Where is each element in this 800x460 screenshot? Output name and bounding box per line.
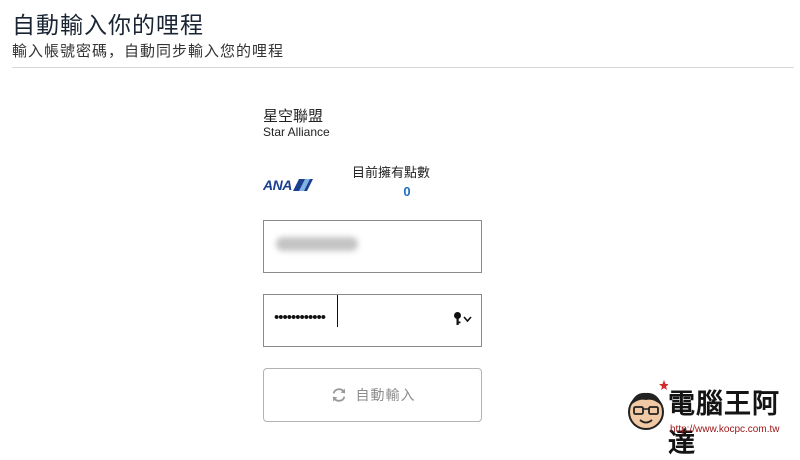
password-input[interactable]: ••••••••••••: [263, 294, 482, 347]
mascot-icon: [628, 380, 668, 430]
ana-logo-icon: ANA: [262, 177, 313, 193]
auto-input-button-content: 自動輸入: [264, 369, 481, 421]
password-manager-dropdown[interactable]: [453, 311, 475, 327]
auto-input-button-label: 自動輸入: [355, 388, 416, 404]
account-value-blurred: [276, 237, 358, 251]
sync-icon: [332, 388, 345, 402]
text-caret: [337, 295, 338, 327]
auto-input-button[interactable]: 自動輸入: [263, 368, 482, 422]
points-label: 目前擁有點數: [352, 166, 431, 181]
watermark: 電腦王阿達 http://www.kocpc.com.tw: [624, 378, 800, 459]
watermark-title: 電腦王阿達: [668, 389, 780, 459]
points-value: 0: [403, 184, 411, 199]
key-icon: [454, 312, 472, 325]
password-value: ••••••••••••: [274, 309, 326, 326]
ana-logo-text: ANA: [263, 178, 292, 192]
alliance-name: 星空聯盟: [263, 107, 324, 125]
page-title: 自動輸入你的哩程: [12, 13, 204, 39]
account-input[interactable]: [263, 220, 482, 273]
ana-logo: ANA: [262, 177, 317, 196]
watermark-url: http://www.kocpc.com.tw: [670, 424, 780, 435]
header-divider: [12, 67, 794, 68]
page-subtitle: 輸入帳號密碼，自動同步輸入您的哩程: [12, 42, 285, 60]
alliance-name-en: Star Alliance: [263, 125, 330, 139]
